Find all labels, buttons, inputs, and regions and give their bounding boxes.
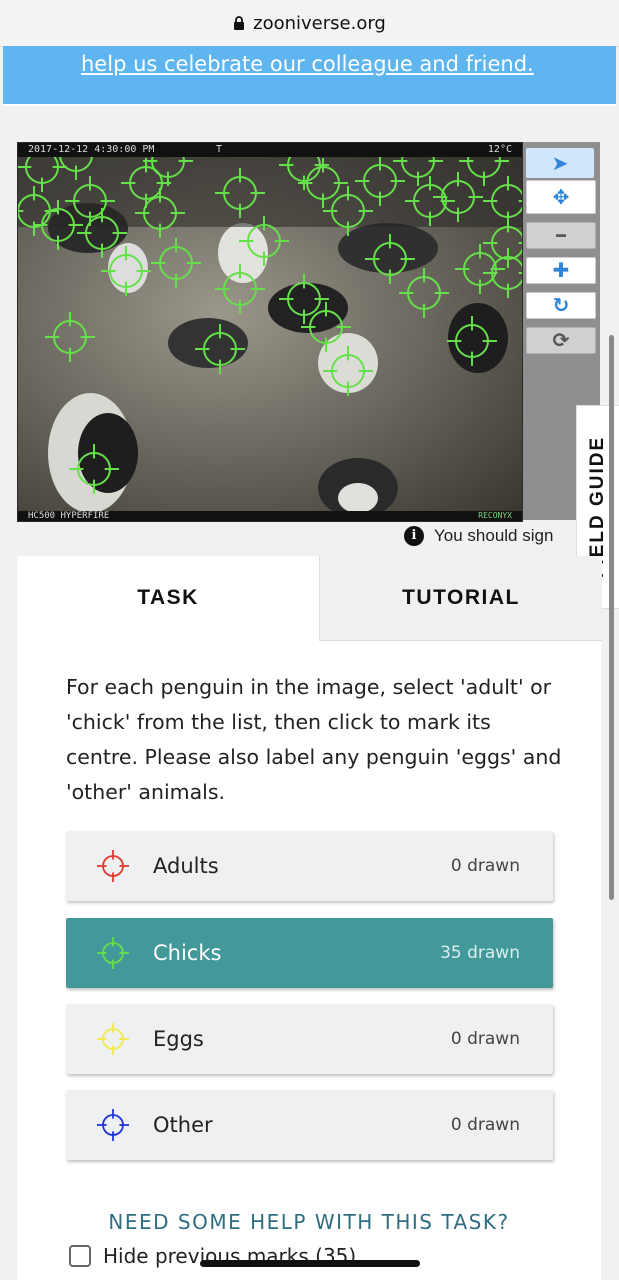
move-tool-button[interactable]: ✥ bbox=[526, 180, 596, 214]
choice-other[interactable]: Other 0 drawn bbox=[66, 1090, 553, 1160]
chick-mark[interactable] bbox=[323, 346, 373, 396]
chick-mark[interactable] bbox=[298, 158, 348, 208]
sign-in-text: You should sign bbox=[434, 526, 554, 545]
choice-label: Chicks bbox=[153, 941, 222, 965]
chick-mark[interactable] bbox=[483, 176, 522, 226]
zoom-out-button[interactable]: ━ bbox=[526, 222, 596, 249]
move-icon: ✥ bbox=[552, 186, 570, 209]
reset-button[interactable]: ⟳ bbox=[526, 327, 596, 354]
crosshair-yellow-icon bbox=[97, 1023, 129, 1055]
choice-count: 0 drawn bbox=[450, 1029, 520, 1049]
pointer-icon: ➤ bbox=[551, 152, 569, 175]
chick-mark[interactable] bbox=[69, 444, 119, 494]
camera-brand: RECONYX bbox=[478, 511, 512, 520]
chick-mark[interactable] bbox=[121, 158, 171, 208]
url-text: zooniverse.org bbox=[253, 12, 386, 34]
chick-mark[interactable] bbox=[101, 246, 151, 296]
choice-eggs[interactable]: Eggs 0 drawn bbox=[66, 1004, 553, 1074]
choice-label: Eggs bbox=[153, 1027, 204, 1051]
hide-marks-checkbox[interactable] bbox=[69, 1245, 91, 1267]
chick-mark[interactable] bbox=[447, 316, 497, 366]
crosshair-blue-icon bbox=[97, 1109, 129, 1141]
page-scrollbar[interactable] bbox=[609, 335, 614, 900]
choice-count: 35 drawn bbox=[440, 943, 520, 963]
info-icon: i bbox=[404, 526, 424, 546]
camera-marker: T bbox=[216, 144, 223, 155]
chick-mark[interactable] bbox=[239, 216, 289, 266]
zoom-in-icon: ✚ bbox=[552, 260, 570, 282]
choice-count: 0 drawn bbox=[450, 1115, 520, 1135]
task-panel: TASK TUTORIAL For each penguin in the im… bbox=[17, 556, 602, 1280]
camera-info-strip: 2017-12-12 4:30:00 PM T 12°C bbox=[18, 143, 522, 157]
url-bar[interactable]: zooniverse.org bbox=[0, 0, 619, 47]
chick-mark[interactable] bbox=[399, 268, 449, 318]
tab-tutorial[interactable]: TUTORIAL bbox=[319, 556, 602, 641]
chick-mark[interactable] bbox=[405, 176, 455, 226]
tab-task[interactable]: TASK bbox=[17, 556, 319, 640]
chick-mark[interactable] bbox=[215, 168, 265, 218]
tab-tutorial-label: TUTORIAL bbox=[402, 586, 520, 609]
camera-timestamp: 2017-12-12 4:30:00 PM bbox=[28, 144, 155, 155]
chick-mark[interactable] bbox=[135, 188, 185, 238]
choice-label: Adults bbox=[153, 854, 219, 878]
pointer-tool-button[interactable]: ➤ bbox=[526, 148, 594, 178]
task-help-link[interactable]: NEED SOME HELP WITH THIS TASK? bbox=[17, 1210, 601, 1234]
camera-footer-strip: HC500 HYPERFIRE RECONYX bbox=[18, 511, 522, 521]
crosshair-red-icon bbox=[97, 850, 129, 882]
chick-mark[interactable] bbox=[355, 156, 405, 206]
zoom-in-button[interactable]: ✚ bbox=[526, 257, 596, 284]
home-indicator bbox=[200, 1260, 420, 1267]
chick-mark[interactable] bbox=[323, 186, 373, 236]
chick-mark[interactable] bbox=[151, 238, 201, 288]
chick-mark[interactable] bbox=[279, 274, 329, 324]
choice-count: 0 drawn bbox=[450, 856, 520, 876]
subject-image[interactable]: 2017-12-12 4:30:00 PM T 12°C HC500 HYPER… bbox=[17, 142, 523, 522]
rotate-button[interactable]: ↻ bbox=[526, 292, 596, 319]
chick-mark[interactable] bbox=[215, 264, 265, 314]
choice-adults[interactable]: Adults 0 drawn bbox=[66, 831, 553, 901]
chick-mark[interactable] bbox=[45, 312, 95, 362]
chick-mark[interactable] bbox=[18, 186, 59, 236]
chick-mark[interactable] bbox=[301, 302, 351, 352]
choice-label: Other bbox=[153, 1113, 213, 1137]
choice-chicks[interactable]: Chicks 35 drawn bbox=[66, 918, 553, 988]
chick-mark[interactable] bbox=[433, 172, 483, 222]
chick-mark[interactable] bbox=[455, 244, 505, 294]
sign-in-note: i You should sign bbox=[404, 526, 553, 546]
chick-mark[interactable] bbox=[483, 218, 522, 268]
rotate-icon: ↻ bbox=[552, 295, 570, 317]
chick-mark[interactable] bbox=[195, 324, 245, 374]
chick-marks-layer bbox=[18, 143, 522, 494]
zoom-out-icon: ━ bbox=[556, 227, 566, 245]
camera-model: HC500 HYPERFIRE bbox=[28, 511, 110, 521]
chick-mark[interactable] bbox=[365, 234, 415, 284]
crosshair-green-icon bbox=[97, 937, 129, 969]
lock-icon bbox=[233, 16, 245, 30]
task-instructions: For each penguin in the image, select 'a… bbox=[66, 675, 562, 804]
tab-task-label: TASK bbox=[137, 586, 199, 609]
camera-temperature: 12°C bbox=[487, 144, 512, 155]
reset-icon: ⟳ bbox=[552, 330, 570, 352]
banner-link[interactable]: help us celebrate our colleague and frie… bbox=[81, 52, 534, 76]
announcement-banner: help us celebrate our colleague and frie… bbox=[3, 46, 616, 106]
